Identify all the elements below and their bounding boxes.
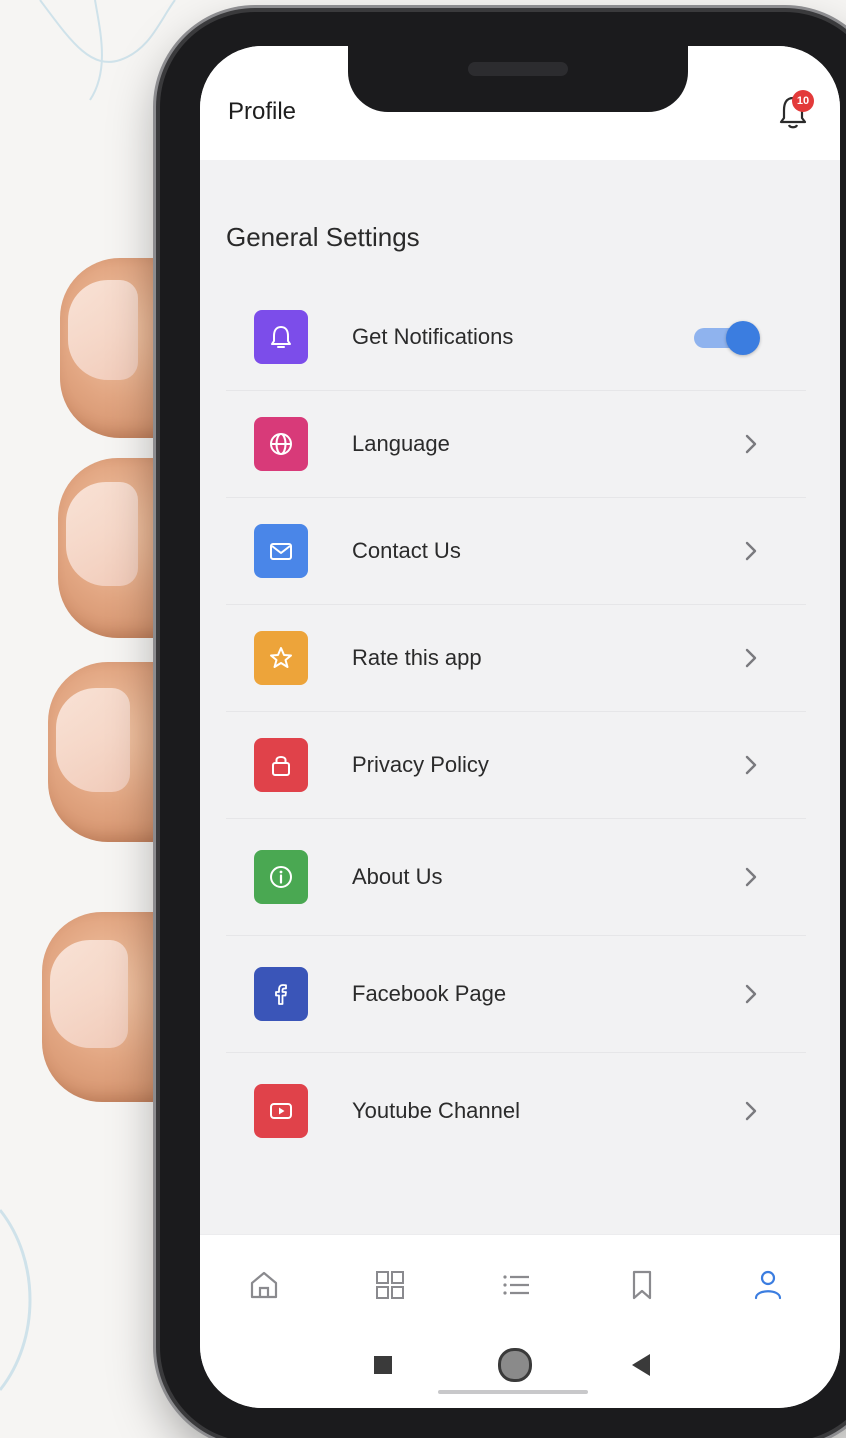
phone-screen: Profile 10 General Settings Get Notifica… [200,46,840,1408]
user-icon [754,1270,782,1300]
settings-row-rate[interactable]: Rate this app [226,605,806,712]
settings-row-notifications[interactable]: Get Notifications [226,284,806,391]
globe-icon [270,433,292,455]
settings-list: Get Notifications Language Contact Us Ra… [226,284,806,1169]
facebook-icon [275,984,287,1005]
grid-icon [376,1271,404,1299]
notifications-button[interactable]: 10 [778,90,814,134]
chevron-right-icon [745,434,757,454]
tab-bookmarks[interactable] [620,1263,664,1307]
phone-frame: Profile 10 General Settings Get Notifica… [160,12,846,1438]
tab-home[interactable] [242,1263,286,1307]
settings-row-label: Get Notifications [352,324,514,349]
settings-row-language[interactable]: Language [226,391,806,498]
settings-row-label: About Us [352,864,443,889]
youtube-icon [270,1103,292,1119]
bell-icon [271,326,291,348]
recent-apps-icon[interactable] [374,1356,392,1374]
tab-list[interactable] [494,1263,538,1307]
list-icon [503,1275,529,1295]
section-title: General Settings [226,222,420,252]
bookmark-icon [632,1270,652,1300]
star-icon [270,647,292,668]
notifications-icon-box [254,310,308,364]
settings-row-facebook[interactable]: Facebook Page [226,936,806,1053]
back-icon[interactable] [632,1354,650,1376]
settings-row-contact[interactable]: Contact Us [226,498,806,605]
chevron-right-icon [745,755,757,775]
home-icon [250,1271,278,1299]
toggle-knob [726,321,760,355]
youtube-icon-box [254,1084,308,1138]
chevron-right-icon [745,867,757,887]
mail-icon [270,543,292,560]
tab-categories[interactable] [368,1263,412,1307]
gesture-bar [438,1390,588,1394]
settings-row-label: Facebook Page [352,981,507,1006]
settings-row-youtube[interactable]: Youtube Channel [226,1053,806,1169]
app-mockup-scene: Profile 10 General Settings Get Notifica… [0,0,846,1438]
bottom-tab-bar [200,1234,840,1335]
settings-row-privacy[interactable]: Privacy Policy [226,712,806,819]
chevron-right-icon [745,1101,757,1121]
home-circle-icon[interactable] [498,1348,532,1382]
contact-icon-box [254,524,308,578]
lock-icon [272,756,290,776]
chevron-right-icon [745,648,757,668]
settings-row-label: Contact Us [352,538,461,563]
settings-row-about[interactable]: About Us [226,819,806,936]
settings-row-label: Youtube Channel [352,1098,521,1123]
phone-notch [348,46,688,112]
chevron-right-icon [745,541,757,561]
facebook-icon-box [254,967,308,1021]
notification-badge: 10 [792,90,814,112]
about-icon-box [254,850,308,904]
speaker-grill [468,62,568,76]
tab-profile[interactable] [746,1263,790,1307]
info-icon [270,866,292,888]
chevron-right-icon [745,984,757,1004]
notifications-toggle[interactable] [694,321,760,355]
rate-icon-box [254,631,308,685]
settings-row-label: Privacy Policy [352,752,489,777]
language-icon-box [254,417,308,471]
page-title: Profile [228,98,297,125]
settings-row-label: Language [352,431,450,456]
privacy-icon-box [254,738,308,792]
settings-row-label: Rate this app [352,645,482,670]
system-nav-bar [200,1334,840,1408]
